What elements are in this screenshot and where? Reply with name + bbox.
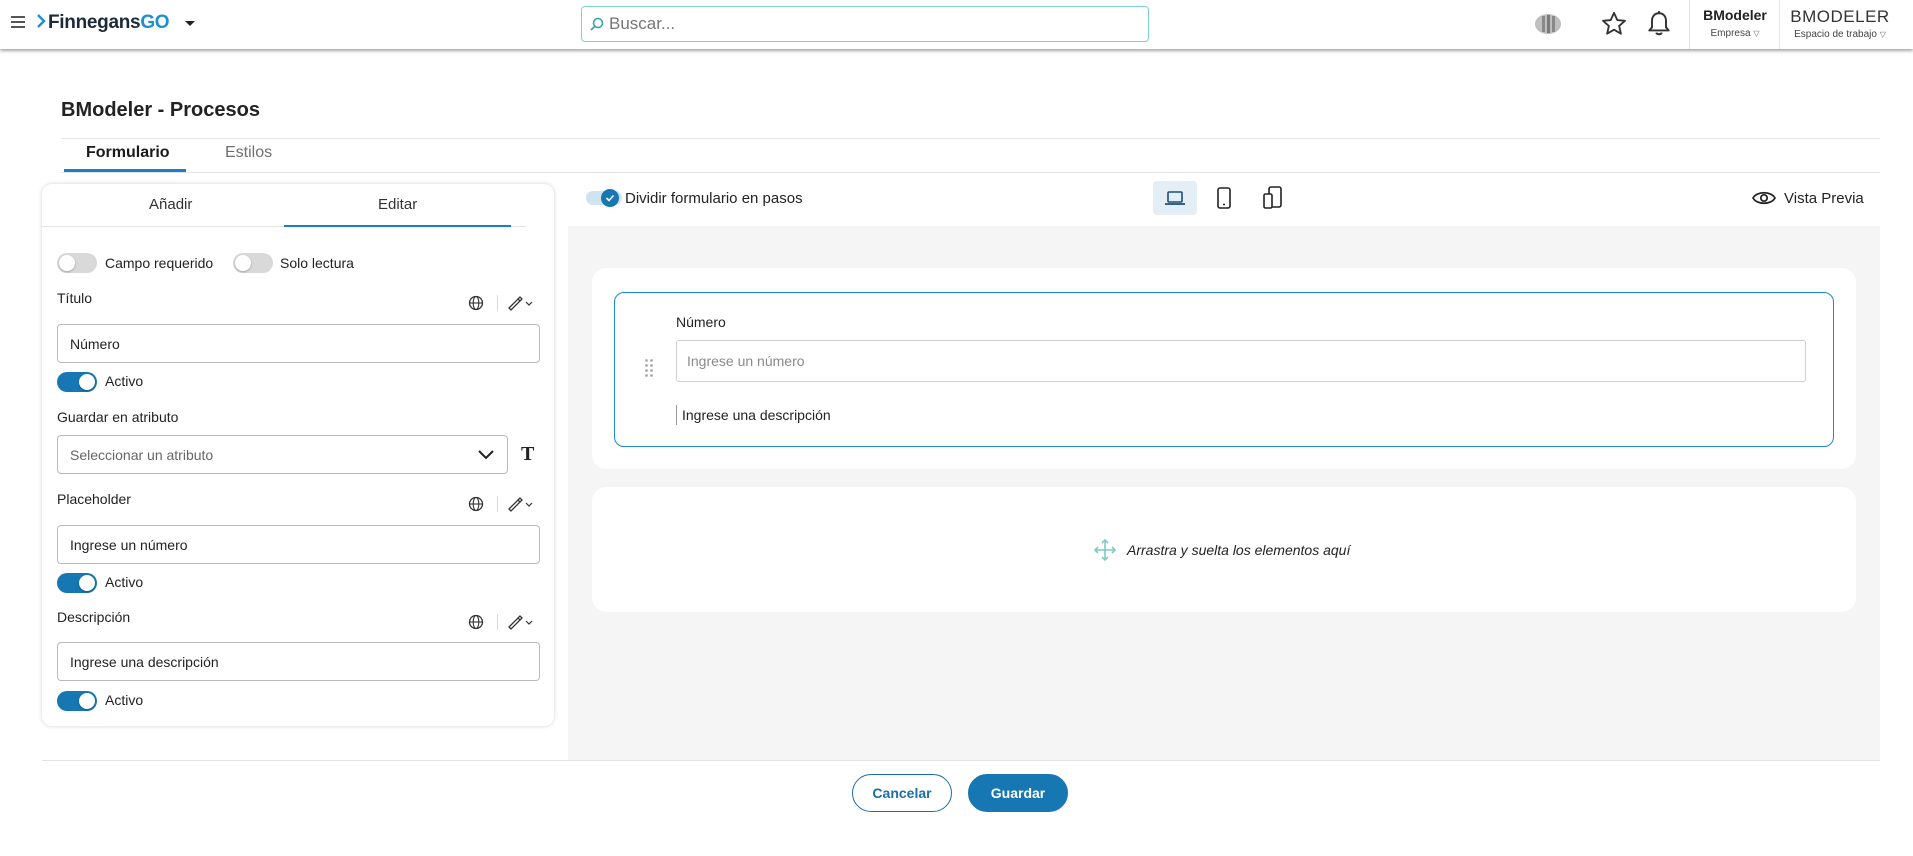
drag-handle-icon[interactable] [644,358,654,378]
brand-name: Finnegans [48,12,141,33]
device-tablet-button[interactable] [1202,181,1246,215]
vista-previa-button[interactable]: Vista Previa [1752,187,1864,209]
properties-panel: Añadir Editar Campo requerido Solo lectu… [42,184,554,726]
workspace-selector[interactable]: BMODELER Espacio de trabajo ▽ [1784,7,1896,40]
placeholder-activo-label: Activo [105,574,144,590]
star-favorite-icon[interactable] [1598,8,1630,40]
placeholder-input[interactable] [57,525,540,564]
main-tabs: Formulario Estilos [64,138,1880,172]
device-mobile-button[interactable] [1251,181,1295,215]
cancel-button[interactable]: Cancelar [852,774,952,812]
toolbar-separator [1779,0,1780,49]
translate-globe-icon[interactable] [467,495,485,513]
tab-editar[interactable]: Editar [378,196,417,213]
style-brush-icon[interactable] [505,294,535,312]
panel-active-tab-indicator [284,225,511,227]
drop-zone-message: Arrastra y suelta los elementos aquí [1093,538,1350,562]
tabs-divider [61,172,1880,173]
apps-logo-icon[interactable] [1532,8,1564,40]
titulo-label: Título [57,290,93,306]
titulo-activo-toggle[interactable] [57,372,97,392]
mobile-icon [1263,186,1282,209]
translate-globe-icon[interactable] [467,294,485,312]
placeholder-label: Placeholder [57,491,131,507]
move-arrows-icon [1093,538,1117,562]
workspace-name: BMODELER [1790,7,1890,26]
icon-separator [497,496,498,512]
tablet-icon [1217,187,1231,209]
save-button[interactable]: Guardar [968,774,1068,812]
number-field-input[interactable] [676,340,1806,382]
descripcion-activo-toggle[interactable] [57,691,97,711]
translate-globe-icon[interactable] [467,613,485,631]
descripcion-activo-label: Activo [105,692,144,708]
company-selector[interactable]: BModeler Empresa ▽ [1697,7,1773,39]
descripcion-label: Descripción [57,609,131,625]
workspace-label: Espacio de trabajo [1794,29,1877,40]
description-bar [676,405,677,425]
chevron-down-icon [478,450,494,460]
atributo-select[interactable]: Seleccionar un atributo [57,435,508,474]
brand-chevron-down-icon[interactable] [184,19,196,29]
campo-requerido-label: Campo requerido [105,255,214,271]
eye-icon [1752,191,1776,205]
style-brush-icon[interactable] [505,613,535,631]
atributo-select-value: Seleccionar un atributo [70,447,214,463]
drop-zone-text: Arrastra y suelta los elementos aquí [1127,542,1351,558]
number-field-label: Número [676,314,726,330]
top-bar: FinnegansGO BModeler Empresa ▽ [0,0,1913,49]
campo-requerido-toggle[interactable] [57,253,97,273]
titulo-input[interactable] [57,324,540,363]
tab-formulario[interactable]: Formulario [86,144,170,172]
brand-go: GO [140,12,170,33]
number-field-description: Ingrese una descripción [682,407,831,423]
split-steps-check-icon[interactable] [601,189,619,207]
device-laptop-button[interactable] [1153,181,1197,215]
descripcion-input[interactable] [57,642,540,681]
search-icon [590,17,604,31]
workspace-chevron-icon: ▽ [1879,30,1886,39]
tab-anadir[interactable]: Añadir [149,196,192,213]
search-input[interactable] [609,13,1129,35]
company-chevron-icon: ▽ [1753,29,1760,38]
solo-lectura-label: Solo lectura [280,255,354,271]
footer-divider [42,760,1880,761]
laptop-icon [1165,191,1185,205]
brand-logo[interactable]: FinnegansGO [48,12,170,34]
split-steps-label: Dividir formulario en pasos [625,190,803,207]
brand-arrow-icon [37,14,46,28]
icon-separator [497,614,498,630]
notifications-bell-icon[interactable] [1643,8,1675,40]
guardar-atributo-label: Guardar en atributo [57,409,179,425]
titulo-activo-label: Activo [105,373,144,389]
search-box[interactable] [581,6,1149,42]
tab-estilos[interactable]: Estilos [225,144,272,172]
icon-separator [497,295,498,311]
page-title: BModeler - Procesos [61,99,260,121]
company-label: Empresa [1710,28,1751,39]
placeholder-activo-toggle[interactable] [57,573,97,593]
company-name: BModeler [1703,7,1767,23]
toolbar-separator [1689,0,1690,49]
text-type-icon[interactable]: T [521,443,534,466]
hamburger-menu-icon[interactable] [11,16,25,30]
vista-previa-label: Vista Previa [1784,189,1864,207]
style-brush-icon[interactable] [505,495,535,513]
solo-lectura-toggle[interactable] [233,253,273,273]
